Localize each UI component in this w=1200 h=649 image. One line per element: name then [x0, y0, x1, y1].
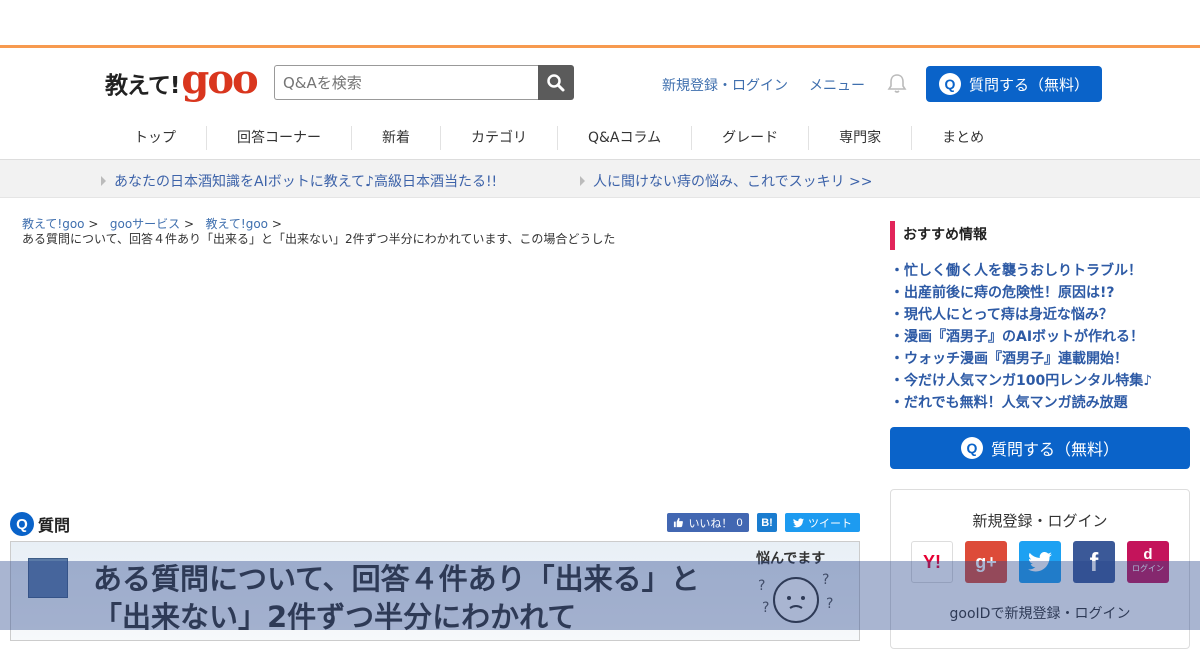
avatar[interactable] [28, 558, 68, 598]
top-ad-bar [0, 0, 1200, 48]
search-form [274, 65, 574, 100]
sidebar: おすすめ情報 ・忙しく働く人を襲うおしりトラブル！ ・出産前後に痔の危険性！原因… [890, 221, 1190, 649]
recommended-heading: おすすめ情報 [890, 221, 1190, 250]
twitter-login-icon[interactable] [1019, 541, 1061, 583]
worried-face-icon: ? ? ? ? [758, 572, 833, 623]
search-button[interactable] [538, 65, 574, 100]
login-link[interactable]: 新規登録・ログイン [662, 75, 788, 95]
question-box: ある質問について、回答４件あり「出来る」と「出来ない」2件ずつ半分にわかれて 悩… [10, 541, 860, 641]
tweet-button[interactable]: ツイート [785, 513, 860, 532]
breadcrumb-separator: > [184, 217, 195, 231]
facebook-like-button[interactable]: いいね！ 0 [667, 513, 749, 532]
like-label: いいね！ [688, 517, 733, 530]
list-item[interactable]: ・今だけ人気マンガ100円レンタル特集♪ [890, 370, 1190, 392]
svg-text:?: ? [822, 572, 829, 588]
nav-category[interactable]: カテゴリ [441, 125, 558, 150]
tweet-label: ツイート [808, 516, 852, 530]
nav-grade[interactable]: グレード [692, 125, 810, 150]
hatena-bookmark-button[interactable]: B! [757, 513, 777, 532]
like-count: 0 [736, 516, 743, 529]
question-icon: Q [938, 73, 961, 95]
list-item[interactable]: ・ウォッチ漫画『酒男子』連載開始！ [890, 348, 1190, 370]
gooid-login-text: gooIDで新規登録・ログイン [949, 606, 1131, 622]
yahoo-login-icon[interactable]: Y! [911, 541, 953, 583]
login-box: 新規登録・ログイン Y! g+ f d ログイン gooIDで新規登録・ログイン [890, 489, 1190, 649]
search-icon [547, 73, 565, 91]
global-nav: トップ 回答コーナー 新着 カテゴリ Q&Aコラム グレード 専門家 まとめ [0, 116, 1200, 160]
login-title: 新規登録・ログイン [972, 512, 1108, 530]
promo-link-label: あなたの日本酒知識をAIボットに教えて♪高級日本酒当たる!! [114, 174, 498, 190]
google-plus-login-icon[interactable]: g+ [965, 541, 1007, 583]
search-input[interactable] [274, 65, 538, 100]
worried-badge-text: 悩んでます [756, 551, 826, 567]
nav-qa-column[interactable]: Q&Aコラム [558, 125, 693, 150]
svg-text:?: ? [826, 596, 833, 612]
breadcrumb-item[interactable]: gooサービス [110, 217, 180, 231]
svg-text:?: ? [758, 578, 765, 594]
breadcrumb-separator: > [88, 217, 99, 231]
list-item[interactable]: ・現代人にとって痔は身近な悩み？ [890, 304, 1190, 326]
breadcrumb-item[interactable]: 教えて!goo [22, 217, 85, 231]
menu-link[interactable]: メニュー [809, 75, 865, 95]
twitter-icon [793, 517, 804, 527]
sidebar-ask-button[interactable]: Q 質問する（無料） [890, 427, 1190, 469]
nav-top[interactable]: トップ [104, 125, 207, 150]
recommended-list: ・忙しく働く人を襲うおしりトラブル！ ・出産前後に痔の危険性！原因は!? ・現代… [890, 260, 1190, 414]
thumbs-up-icon [674, 517, 684, 528]
docomo-login-label: ログイン [1132, 564, 1164, 573]
logo-text: 教えて! [105, 73, 180, 99]
nav-answer-corner[interactable]: 回答コーナー [207, 125, 352, 150]
nav-new[interactable]: 新着 [352, 125, 441, 150]
list-item[interactable]: ・出産前後に痔の危険性！原因は!? [890, 282, 1190, 304]
list-item[interactable]: ・漫画『酒男子』のAIボットが作れる！ [890, 326, 1190, 348]
svg-text:?: ? [762, 600, 769, 616]
sidebar-ask-label: 質問する（無料） [990, 440, 1119, 459]
list-item[interactable]: ・だれでも無料！人気マンガ読み放題 [890, 392, 1190, 414]
question-heading: Q 質問 [10, 512, 70, 536]
breadcrumb-separator: > [271, 217, 282, 231]
list-item[interactable]: ・忙しく働く人を襲うおしりトラブル！ [890, 260, 1190, 282]
promo-link-sake[interactable]: あなたの日本酒知識をAIボットに教えて♪高級日本酒当たる!! [101, 171, 497, 191]
question-icon: Q [960, 437, 983, 459]
sns-login-row: Y! g+ f d ログイン [891, 541, 1189, 583]
nav-matome[interactable]: まとめ [912, 126, 1014, 150]
site-header: 教えて! goo 新規登録・ログイン メニュー Q 質問する（無料） [0, 48, 1200, 116]
breadcrumb-current: ある質問について、回答４件あり「出来る」と「出来ない」2件ずつ半分にわかれていま… [22, 232, 616, 246]
site-logo[interactable]: 教えて! goo [105, 56, 259, 103]
question-title: ある質問について、回答４件あり「出来る」と「出来ない」2件ずつ半分にわかれて [93, 562, 700, 634]
triangle-icon [101, 176, 106, 186]
triangle-icon [580, 176, 585, 186]
promo-link-hemorrhoid[interactable]: 人に聞けない痔の悩み、これでスッキリ >> [580, 171, 873, 191]
ask-question-label: 質問する（無料） [968, 75, 1089, 94]
promo-link-label: 人に聞けない痔の悩み、これでスッキリ >> [593, 174, 873, 190]
question-label: 質問 [38, 516, 71, 535]
promo-bar: あなたの日本酒知識をAIボットに教えて♪高級日本酒当たる!! 人に聞けない痔の悩… [0, 160, 1200, 198]
logo-goo: goo [181, 56, 258, 103]
breadcrumb-item[interactable]: 教えて!goo [206, 217, 269, 231]
docomo-login-icon[interactable]: d ログイン [1127, 541, 1169, 583]
question-icon: Q [10, 512, 34, 536]
bell-icon[interactable] [886, 72, 908, 98]
ask-question-button[interactable]: Q 質問する（無料） [926, 66, 1102, 102]
nav-expert[interactable]: 専門家 [809, 125, 913, 150]
worried-badge: 悩んでます ? ? ? ? [746, 548, 836, 638]
facebook-login-icon[interactable]: f [1073, 541, 1115, 583]
